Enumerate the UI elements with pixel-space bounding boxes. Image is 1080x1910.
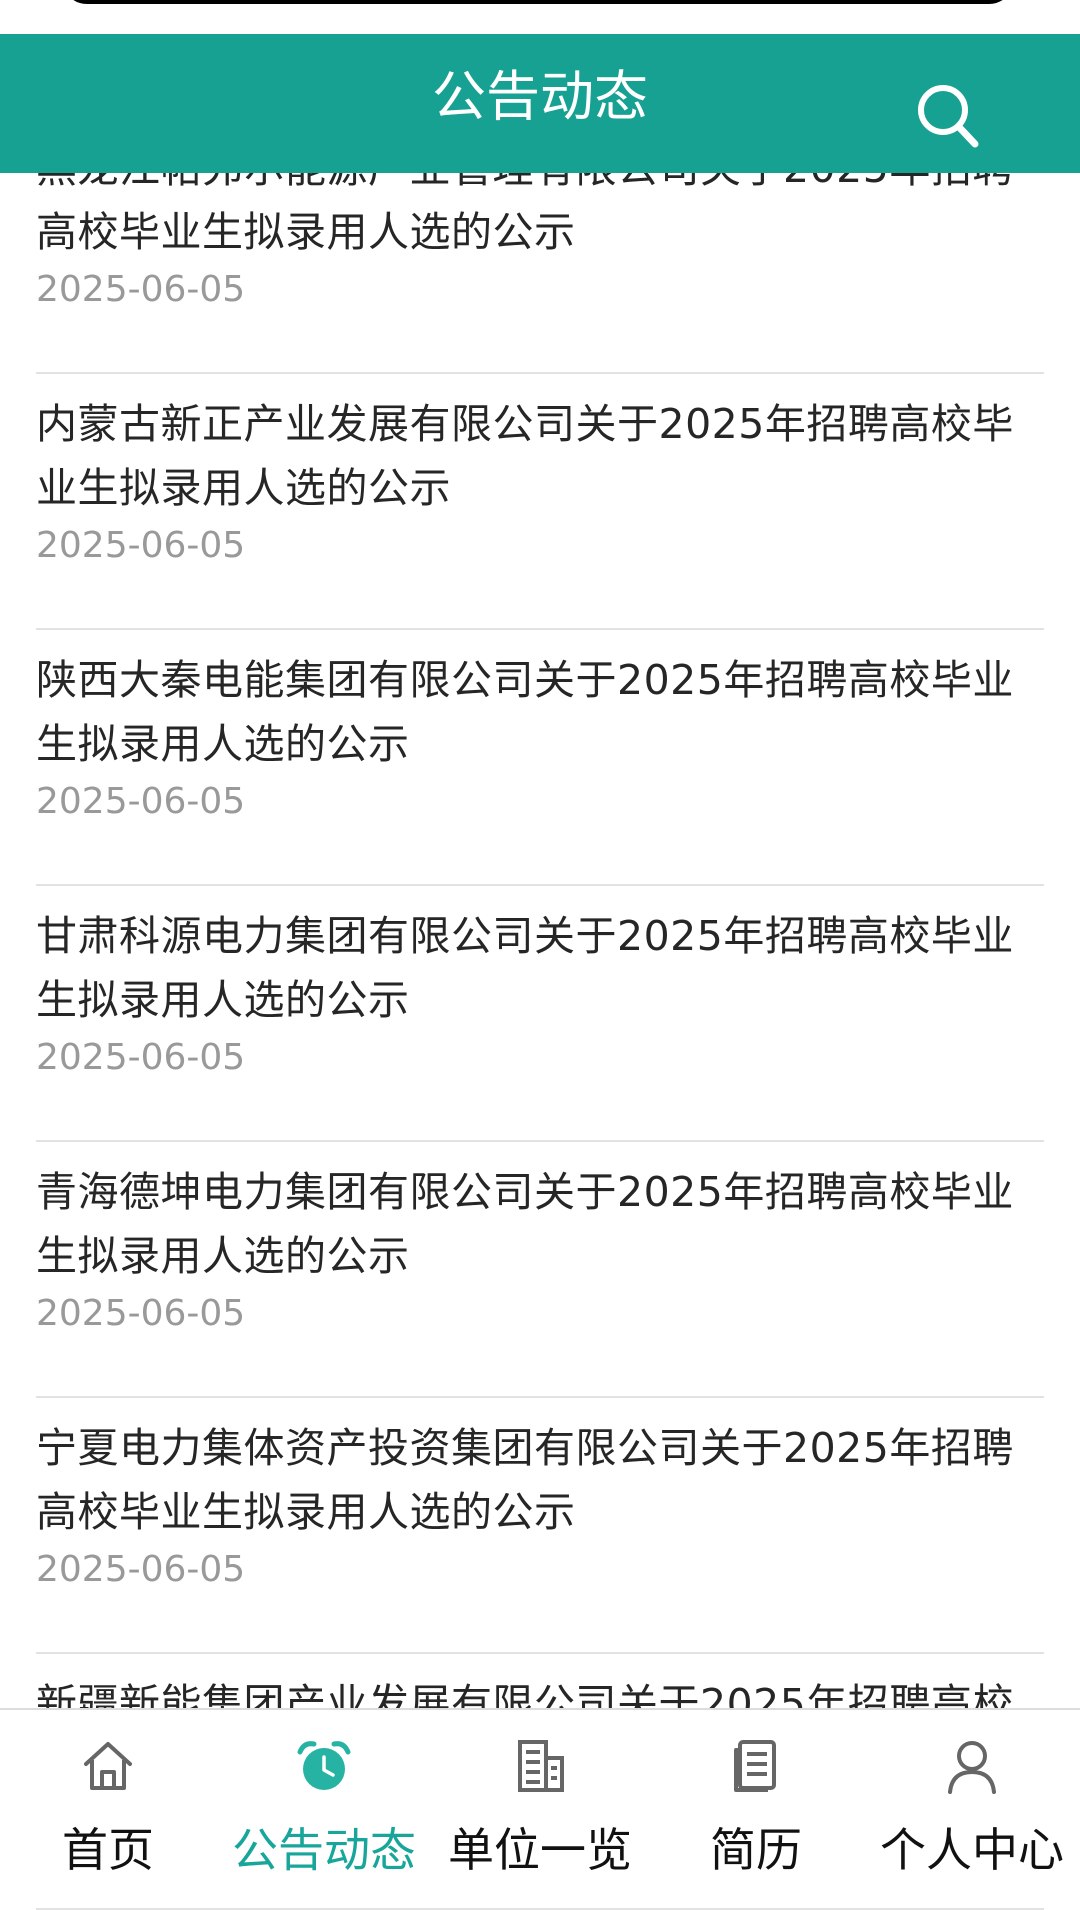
user-icon	[942, 1736, 1002, 1796]
notice-date: 2025-06-05	[36, 269, 246, 310]
notice-item[interactable]: 内蒙古新正产业发展有限公司关于2025年招聘高校毕业生拟录用人选的公示 2025…	[36, 374, 1044, 630]
notice-date: 2025-06-05	[36, 781, 246, 822]
notice-title[interactable]: 青海德坤电力集团有限公司关于2025年招聘高校毕业生拟录用人选的公示	[36, 1160, 1044, 1288]
tab-label: 首页	[62, 1823, 154, 1877]
notice-date: 2025-06-05	[36, 1293, 246, 1334]
notice-title[interactable]: 陕西大秦电能集团有限公司关于2025年招聘高校毕业生拟录用人选的公示	[36, 648, 1044, 776]
bottom-tab-bar: 首页 公告动态 单位一览 简历 个人中心	[0, 1708, 1080, 1904]
tab-label: 简历	[710, 1823, 802, 1877]
search-pill-edge	[62, 0, 1014, 4]
tab-resume[interactable]: 简历	[648, 1710, 864, 1906]
notice-title[interactable]: 甘肃科源电力集团有限公司关于2025年招聘高校毕业生拟录用人选的公示	[36, 904, 1044, 1032]
tab-label: 单位一览	[448, 1823, 632, 1877]
tab-label: 个人中心	[880, 1823, 1064, 1877]
top-strip	[0, 0, 1080, 34]
building-icon	[510, 1736, 570, 1796]
tab-companies[interactable]: 单位一览	[432, 1710, 648, 1906]
notice-title[interactable]: 宁夏电力集体资产投资集团有限公司关于2025年招聘高校毕业生拟录用人选的公示	[36, 1416, 1044, 1544]
notice-date: 2025-06-05	[36, 525, 246, 566]
document-icon	[726, 1736, 786, 1796]
tab-profile[interactable]: 个人中心	[864, 1710, 1080, 1906]
notice-date: 2025-06-05	[36, 1549, 246, 1590]
notice-item[interactable]: 宁夏电力集体资产投资集团有限公司关于2025年招聘高校毕业生拟录用人选的公示 2…	[36, 1398, 1044, 1654]
notice-date: 2025-06-05	[36, 1037, 246, 1078]
header-bar: 公告动态	[0, 34, 1080, 173]
search-button[interactable]	[908, 74, 992, 158]
home-icon	[78, 1736, 138, 1796]
notice-item[interactable]: 青海德坤电力集团有限公司关于2025年招聘高校毕业生拟录用人选的公示 2025-…	[36, 1142, 1044, 1398]
notice-item[interactable]: 陕西大秦电能集团有限公司关于2025年招聘高校毕业生拟录用人选的公示 2025-…	[36, 630, 1044, 886]
search-icon	[918, 85, 979, 148]
notice-item[interactable]: 甘肃科源电力集团有限公司关于2025年招聘高校毕业生拟录用人选的公示 2025-…	[36, 886, 1044, 1142]
alarm-clock-icon	[294, 1736, 354, 1796]
notice-title[interactable]: 内蒙古新正产业发展有限公司关于2025年招聘高校毕业生拟录用人选的公示	[36, 392, 1044, 520]
tab-label: 公告动态	[232, 1823, 416, 1877]
tab-notices[interactable]: 公告动态	[216, 1710, 432, 1906]
tab-home[interactable]: 首页	[0, 1710, 216, 1906]
